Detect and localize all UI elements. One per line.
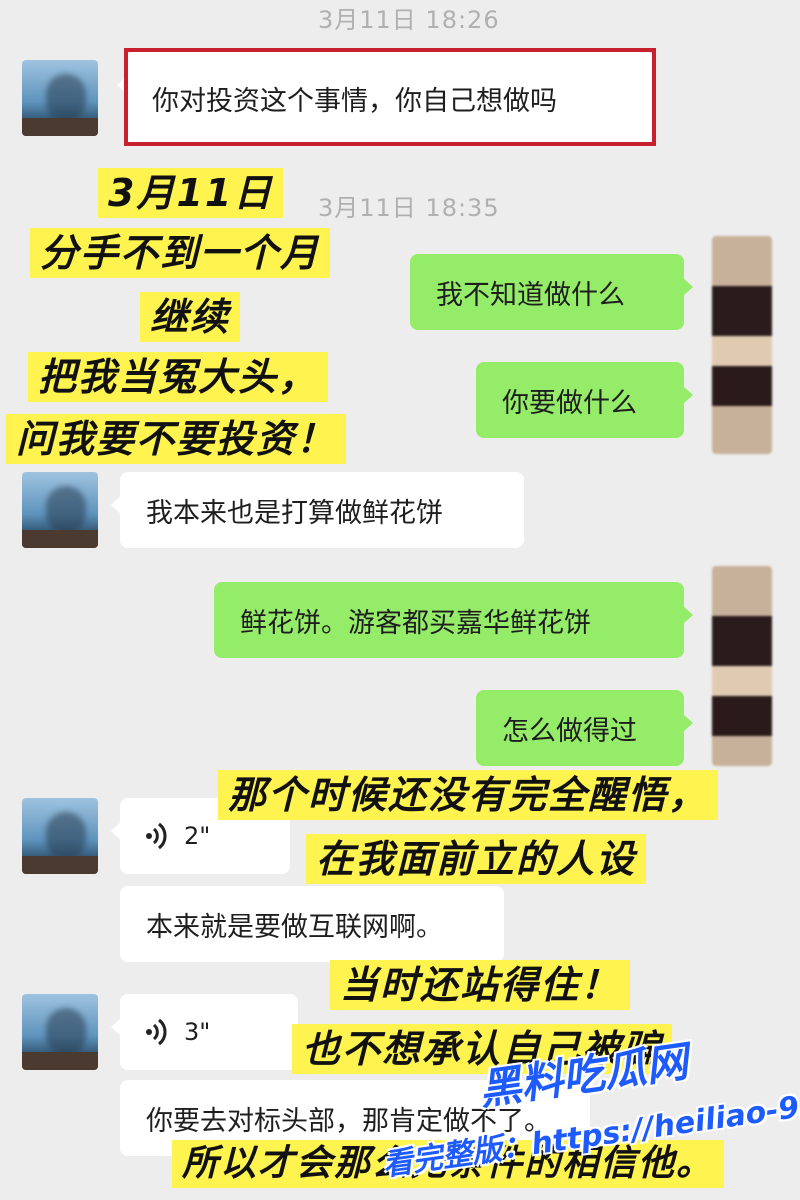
annotation-line: 问我要不要投资！ [6, 414, 347, 464]
annotation-line: 分手不到一个月 [30, 228, 331, 278]
annotation-line: 把我当冤大头， [28, 352, 329, 402]
contact-avatar[interactable] [22, 798, 98, 874]
message-text: 怎么做得过 [502, 715, 637, 747]
user-avatar[interactable] [712, 236, 772, 454]
message-bubble[interactable]: 怎么做得过 [476, 690, 693, 766]
voice-message[interactable]: 3" [111, 994, 298, 1070]
user-avatar[interactable] [712, 566, 772, 766]
voice-duration: 2" [184, 822, 211, 850]
message-bubble[interactable]: 我不知道做什么 [410, 254, 693, 330]
contact-avatar[interactable] [22, 994, 98, 1070]
message-text: 你要做什么 [502, 387, 637, 419]
annotation-line: 继续 [140, 292, 241, 342]
message-bubble[interactable]: 我本来也是打算做鲜花饼 [111, 472, 524, 548]
message-text: 鲜花饼。游客都买嘉华鲜花饼 [240, 607, 591, 639]
message-bubble[interactable]: 本来就是要做互联网啊。 [120, 886, 504, 962]
timestamp: 3月11日 18:26 [318, 6, 500, 34]
message-text: 我不知道做什么 [436, 279, 625, 311]
contact-avatar[interactable] [22, 472, 98, 548]
annotation-line: 那个时候还没有完全醒悟， [218, 770, 719, 820]
timestamp: 3月11日 18:35 [318, 194, 500, 222]
annotation-line: 在我面前立的人设 [306, 834, 647, 884]
contact-avatar[interactable] [22, 60, 98, 136]
annotation-line: 当时还站得住！ [330, 960, 631, 1010]
message-text: 本来就是要做互联网啊。 [146, 911, 443, 943]
message-bubble[interactable]: 鲜花饼。游客都买嘉华鲜花饼 [214, 582, 693, 658]
highlight-box [124, 48, 656, 146]
message-bubble[interactable]: 你要做什么 [476, 362, 693, 438]
voice-duration: 3" [184, 1018, 211, 1046]
voice-icon [146, 822, 167, 850]
message-text: 我本来也是打算做鲜花饼 [146, 497, 443, 529]
voice-icon [146, 1018, 167, 1046]
annotation-line: 3月11日 [98, 168, 284, 218]
